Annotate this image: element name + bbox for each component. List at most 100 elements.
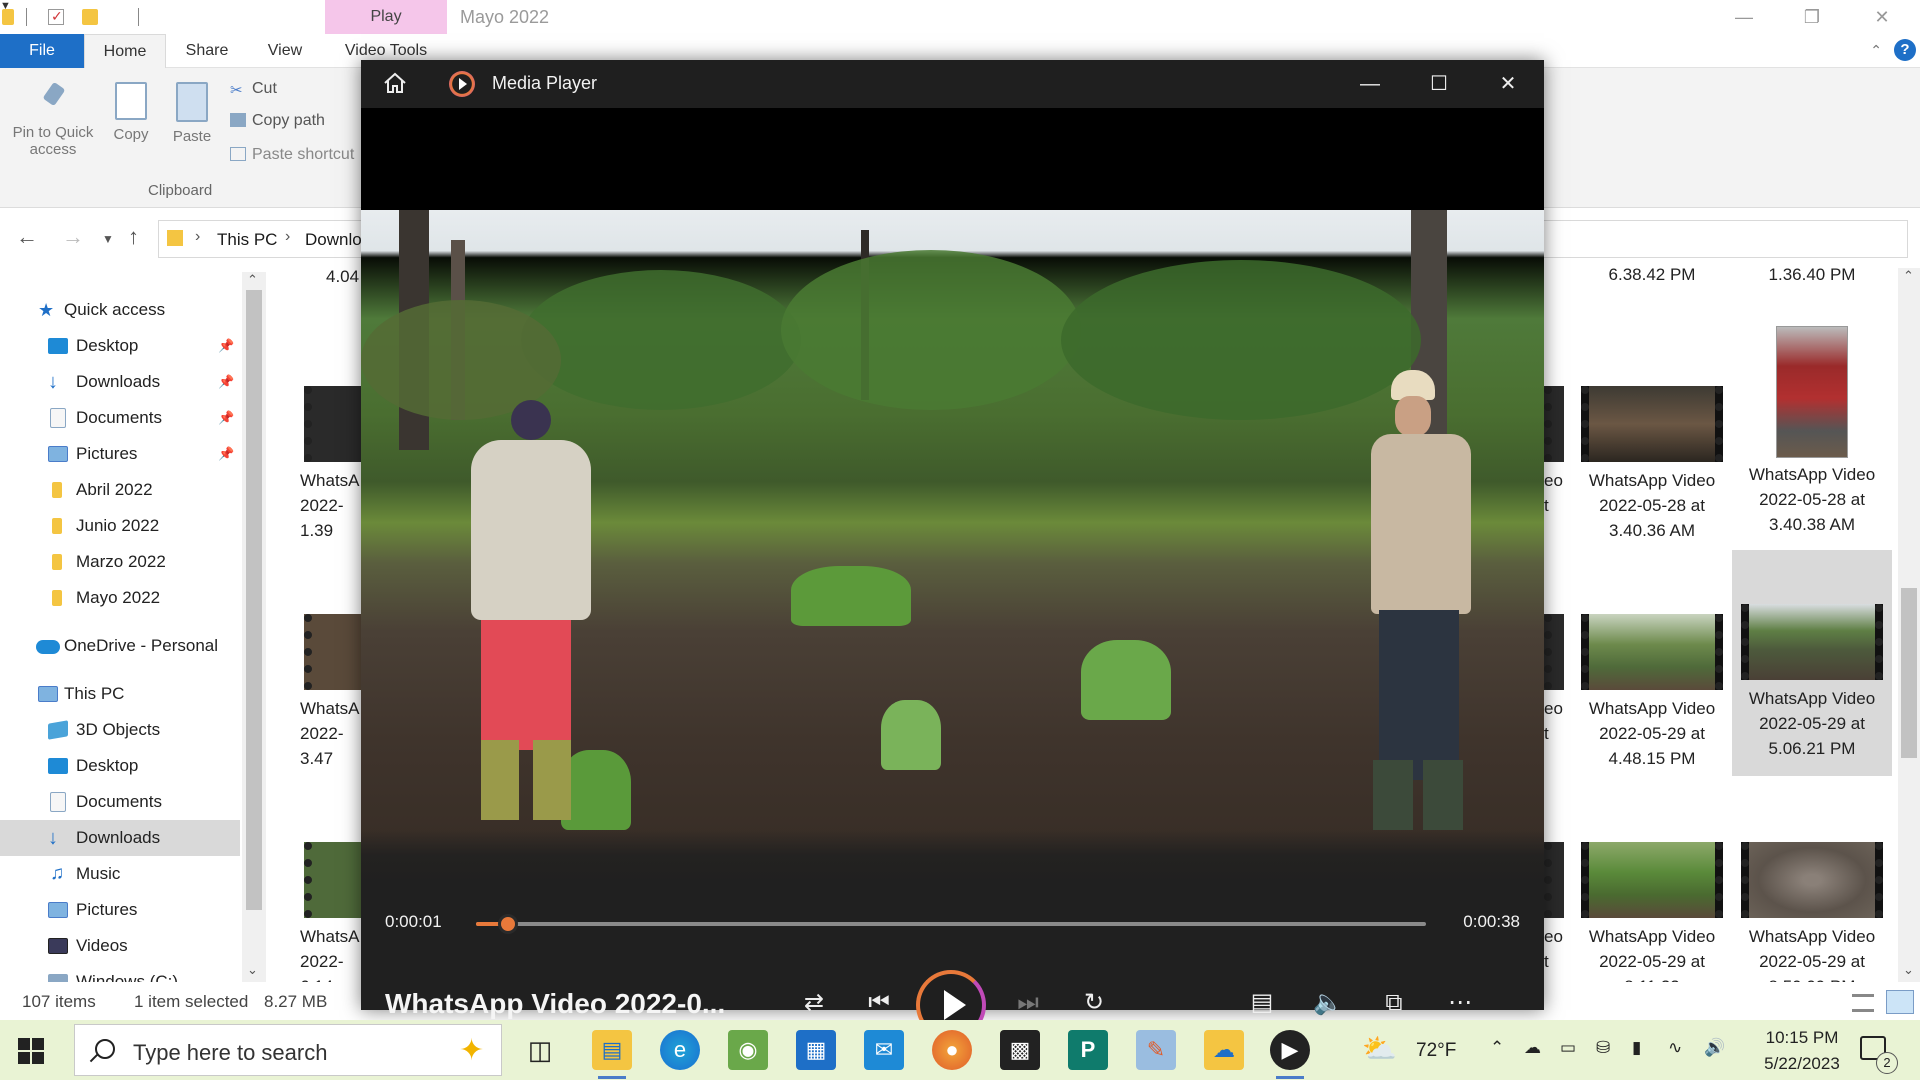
clock-date[interactable]: 5/22/2023 <box>1754 1054 1850 1074</box>
mail-icon[interactable]: ✉ <box>864 1030 904 1070</box>
onedrive-tray-icon[interactable]: ☁ <box>1524 1038 1541 1058</box>
battery-icon[interactable]: ▮ <box>1632 1038 1641 1058</box>
nav-this-pc[interactable]: This PC <box>0 676 240 712</box>
list-item[interactable]: 6.38.42 PM <box>1572 262 1732 287</box>
large-icons-view-icon[interactable] <box>1886 990 1914 1014</box>
chevron-right-icon[interactable]: › <box>285 228 290 246</box>
recent-locations-icon[interactable]: ▼ <box>102 232 114 246</box>
next-icon[interactable]: ⏭ <box>1007 982 1049 1024</box>
edge-icon[interactable]: e <box>660 1030 700 1070</box>
details-view-icon[interactable] <box>1852 994 1874 1012</box>
nav-item-pictures-pc[interactable]: Pictures <box>0 892 240 928</box>
publisher-icon[interactable]: P <box>1068 1030 1108 1070</box>
tab-home[interactable]: Home <box>84 34 166 68</box>
shuffle-icon[interactable]: ⇄ <box>793 982 835 1024</box>
properties-icon[interactable] <box>48 8 64 25</box>
help-icon[interactable]: ? <box>1894 39 1916 61</box>
paste-button[interactable]: Paste <box>168 82 216 145</box>
list-item[interactable]: WhatsApp Video 2022-05-29 at 8.11.33 <box>1572 832 1732 982</box>
firefox-icon[interactable]: ● <box>932 1030 972 1070</box>
previous-icon[interactable]: ⏮ <box>858 982 900 1024</box>
wifi-icon[interactable]: ∿ <box>1668 1038 1682 1058</box>
tab-share[interactable]: Share <box>172 34 242 68</box>
file-explorer-icon[interactable]: ▤ <box>592 1030 632 1079</box>
captions-icon[interactable]: ▤ <box>1241 982 1283 1024</box>
paste-shortcut-button[interactable]: Paste shortcut <box>230 146 354 164</box>
nav-item-music[interactable]: ♫ Music <box>0 856 240 892</box>
video-frame[interactable] <box>361 210 1544 890</box>
tab-play-context[interactable]: Play <box>325 0 447 34</box>
maximize-button[interactable]: ☐ <box>1405 60 1473 108</box>
miniplayer-icon[interactable]: ⧉ <box>1373 982 1415 1024</box>
nav-item-marzo-2022[interactable]: Marzo 2022 <box>0 544 240 580</box>
terminal-icon[interactable]: ▩ <box>1000 1030 1040 1070</box>
nav-item-desktop[interactable]: Desktop 📌 <box>0 328 240 364</box>
list-item[interactable]: WhatsApp Video 2022-05-29 at 5.06.21 PM <box>1732 550 1892 776</box>
taskbar-search-input[interactable]: Type here to search ✦ <box>74 1024 502 1076</box>
close-button[interactable]: ✕ <box>1474 60 1542 108</box>
copy-button[interactable]: Copy <box>108 82 154 143</box>
list-item[interactable]: eo t <box>1544 604 1572 746</box>
list-item[interactable]: eo t <box>1544 376 1572 518</box>
repeat-icon[interactable]: ↻ <box>1073 982 1115 1024</box>
tab-file[interactable]: File <box>0 34 84 68</box>
nav-item-downloads-pc[interactable]: ↓ Downloads <box>0 820 240 856</box>
task-view-icon[interactable]: ◫ <box>520 1030 560 1070</box>
nav-item-windows-c[interactable]: Windows (C:) <box>0 964 240 982</box>
game-icon[interactable]: ◉ <box>728 1030 768 1070</box>
nav-item-pictures[interactable]: Pictures 📌 <box>0 436 240 472</box>
nav-item-documents-pc[interactable]: Documents <box>0 784 240 820</box>
chevron-down-icon[interactable]: ⌄ <box>1903 962 1914 978</box>
seek-handle[interactable] <box>498 914 519 934</box>
device-icon[interactable]: ▭ <box>1560 1038 1576 1058</box>
cut-button[interactable]: ✂ Cut <box>230 80 277 99</box>
nav-quick-access[interactable]: ★ Quick access <box>0 292 240 328</box>
pin-to-quick-access-button[interactable]: Pin to Quick access <box>8 82 98 158</box>
scrollbar-thumb[interactable] <box>1901 588 1917 758</box>
minimize-button[interactable]: — <box>1710 0 1778 34</box>
more-options-icon[interactable]: ⋯ <box>1439 982 1481 1024</box>
onedrive-icon[interactable]: ☁ <box>1204 1030 1244 1070</box>
breadcrumb-this-pc[interactable]: This PC <box>217 230 277 250</box>
file-view-scrollbar[interactable]: ⌃ ⌄ <box>1898 268 1920 982</box>
clock-time[interactable]: 10:15 PM <box>1754 1028 1850 1048</box>
chevron-down-icon[interactable]: ⌄ <box>247 962 258 978</box>
tab-view[interactable]: View <box>258 34 312 68</box>
nav-item-abril-2022[interactable]: Abril 2022 <box>0 472 240 508</box>
weather-cloud-icon[interactable]: ⛅ <box>1362 1032 1397 1065</box>
chevron-up-icon[interactable]: ⌃ <box>1870 42 1882 59</box>
security-icon[interactable]: ⛁ <box>1596 1038 1610 1058</box>
chevron-right-icon[interactable]: › <box>195 228 200 246</box>
nav-item-3d-objects[interactable]: 3D Objects <box>0 712 240 748</box>
volume-icon[interactable]: 🔈 <box>1307 982 1349 1024</box>
weather-temperature[interactable]: 72°F <box>1416 1040 1456 1062</box>
list-item[interactable]: WhatsApp Video 2022-05-29 at 4.48.15 PM <box>1572 604 1732 771</box>
list-item[interactable]: eo t <box>1544 832 1572 974</box>
list-item[interactable]: WhatsA 2022- 3.47 <box>300 604 370 771</box>
list-item[interactable]: WhatsA 2022- 6.14 <box>300 832 370 982</box>
home-icon[interactable] <box>383 72 407 94</box>
nav-item-videos[interactable]: Videos <box>0 928 240 964</box>
chevron-up-icon[interactable]: ⌃ <box>247 272 258 288</box>
scrollbar-thumb[interactable] <box>246 290 262 910</box>
nav-item-downloads[interactable]: ↓ Downloads 📌 <box>0 364 240 400</box>
nav-item-mayo-2022[interactable]: Mayo 2022 <box>0 580 240 616</box>
back-arrow-icon[interactable]: ← <box>16 224 38 250</box>
store-icon[interactable]: ▦ <box>796 1030 836 1070</box>
list-item[interactable]: WhatsApp Video 2022-05-29 at 8.50.09 PM <box>1732 832 1892 982</box>
chevron-up-icon[interactable]: ⌃ <box>1903 268 1914 284</box>
forward-arrow-icon[interactable]: → <box>62 224 84 250</box>
media-player-icon[interactable]: ▶ <box>1270 1030 1310 1079</box>
copy-path-button[interactable]: Copy path <box>230 112 325 130</box>
nav-scrollbar[interactable]: ⌃ ⌄ <box>242 272 266 982</box>
restore-button[interactable]: ❐ <box>1778 0 1846 34</box>
chevron-down-icon[interactable]: ▼ <box>0 0 1920 12</box>
nav-item-desktop-pc[interactable]: Desktop <box>0 748 240 784</box>
seek-bar[interactable] <box>476 914 1426 934</box>
list-item[interactable]: WhatsApp Video 2022-05-28 at 3.40.38 AM <box>1732 320 1892 537</box>
list-item[interactable]: WhatsApp Video 2022-05-28 at 3.40.36 AM <box>1572 376 1732 543</box>
nav-item-junio-2022[interactable]: Junio 2022 <box>0 508 240 544</box>
nav-item-documents[interactable]: Documents 📌 <box>0 400 240 436</box>
speaker-icon[interactable]: 🔊 <box>1704 1038 1725 1058</box>
minimize-button[interactable]: — <box>1336 60 1404 108</box>
